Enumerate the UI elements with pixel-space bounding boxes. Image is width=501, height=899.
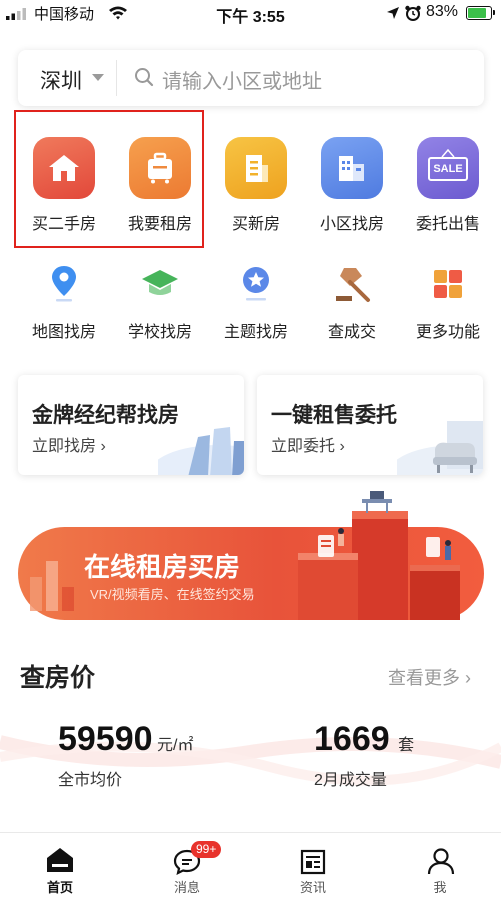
sub-icon-label[interactable]: 主题找房 [206,318,306,342]
card-title: 一键租售委托 [271,404,397,427]
tab-label: 消息 [173,880,200,895]
card-entrust[interactable]: 一键租售委托 立即委托 › [257,375,483,475]
graduation-cap-icon[interactable] [138,262,182,306]
banner-title: 在线租房买房 [84,552,241,582]
grid-icon[interactable] [426,262,470,306]
tab-label: 我 [433,880,447,895]
user-icon [427,848,455,875]
divider [116,60,117,96]
battery-percent: 83% [426,3,459,20]
sub-icon-label[interactable]: 地图找房 [14,318,114,342]
tab-label: 首页 [46,880,73,895]
deal-count-unit: 套 [398,737,415,754]
card-title: 金牌经纪帮找房 [32,404,179,427]
deal-count-value: 1669 [314,720,390,758]
main-icon-new-house[interactable] [225,137,287,199]
building-icon [225,137,287,199]
city-selector[interactable]: 深圳 [40,65,82,95]
home-icon [47,848,73,872]
avg-price-unit: 元/㎡ [157,737,194,754]
bottom-tab-bar: 首页 99+ 消息 资讯 我 [0,832,501,899]
sub-icon-label[interactable]: 查成交 [302,318,402,342]
map-pin-icon[interactable] [42,262,86,306]
main-icon-entrust-sale[interactable]: SALE [417,137,479,199]
highlight-box [14,110,204,248]
sale-sign-text: SALE [428,157,468,181]
sale-sign-icon: SALE [417,137,479,199]
alarm-icon [405,5,421,21]
people-illustration [298,491,460,620]
news-icon [300,849,326,875]
price-section-title: 查房价 [20,664,96,692]
star-badge-icon[interactable] [234,262,278,306]
view-more-link[interactable]: 查看更多 › [388,664,471,690]
main-icon-label: 委托出售 [415,216,480,233]
main-icon-label: 小区找房 [319,216,384,233]
online-rent-buy-banner[interactable]: 在线租房买房 VR/视频看房、在线签约交易 [18,491,484,620]
main-icon-label: 买新房 [231,216,280,233]
search-input[interactable]: 请输入小区或地址 [162,65,322,94]
community-icon [321,137,383,199]
battery-icon [466,6,495,20]
sofa-illustration [397,421,483,475]
search-icon [135,68,154,87]
location-arrow-icon [387,7,399,19]
main-icon-community[interactable] [321,137,383,199]
card-link[interactable]: 立即委托 › [271,432,345,456]
status-bar: 中国移动 下午 3:55 83% [0,0,501,28]
card-link[interactable]: 立即找房 › [32,432,106,456]
sub-icon-label[interactable]: 学校找房 [110,318,210,342]
caret-down-icon[interactable] [92,74,104,81]
card-agent-help[interactable]: 金牌经纪帮找房 立即找房 › [18,375,244,475]
gavel-icon[interactable] [330,262,374,306]
deal-count-stat: 1669 套 [314,720,414,759]
chart-decoration [30,561,74,611]
search-bar: 深圳 请输入小区或地址 [18,50,484,106]
avg-price-stat: 59590 元/㎡ [58,720,193,759]
banner-subtitle: VR/视频看房、在线签约交易 [90,587,255,602]
sub-icon-label[interactable]: 更多功能 [398,318,498,342]
buildings-illustration [158,427,244,475]
avg-price-label: 全市均价 [58,772,123,789]
tab-label: 资讯 [299,880,326,895]
deal-count-label: 2月成交量 [314,772,387,789]
message-badge: 99+ [191,841,222,858]
avg-price-value: 59590 [58,720,153,758]
